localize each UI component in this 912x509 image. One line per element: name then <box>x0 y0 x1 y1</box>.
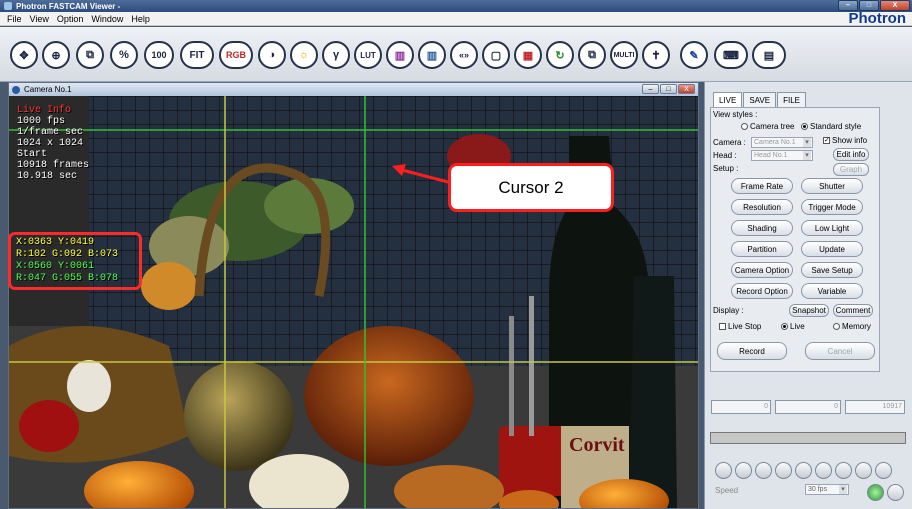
live-stop-option[interactable]: Live Stop <box>719 322 761 331</box>
first-frame-button[interactable] <box>715 462 732 479</box>
tab-save[interactable]: SAVE <box>743 92 777 107</box>
save-setup-button[interactable]: Save Setup <box>801 262 863 278</box>
seek-start-field[interactable]: 0 <box>711 400 771 414</box>
view-styles-label: View styles : <box>713 110 758 119</box>
graph-button[interactable]: Graph <box>833 163 869 176</box>
comment-button[interactable]: Comment <box>833 304 873 317</box>
shutter-button[interactable]: Shutter <box>801 178 863 194</box>
trigger-mode-button[interactable]: Trigger Mode <box>801 199 863 215</box>
control-panel: LIVE SAVE FILE View styles : Camera tree… <box>704 82 912 509</box>
record-button[interactable]: Record <box>717 342 787 360</box>
play-button[interactable] <box>795 462 812 479</box>
frame-progress-bar[interactable] <box>710 432 906 444</box>
loop-button[interactable] <box>855 462 872 479</box>
live-option[interactable]: Live <box>781 322 805 331</box>
snapshot-button[interactable]: Snapshot <box>789 304 829 317</box>
stop-button[interactable] <box>775 462 792 479</box>
reverse-play-button[interactable] <box>755 462 772 479</box>
head-label: Head : <box>713 151 737 160</box>
prev-frame-button[interactable] <box>735 462 752 479</box>
pause-round-button[interactable] <box>887 484 904 501</box>
play-green-button[interactable] <box>867 484 884 501</box>
next-frame-button[interactable] <box>815 462 832 479</box>
standard-style-option[interactable]: Standard style <box>801 122 861 131</box>
camera-select[interactable]: Camera No.1 <box>751 137 813 148</box>
camera-option-button[interactable]: Camera Option <box>731 262 793 278</box>
live-settings-box: View styles : Camera tree Standard style… <box>710 107 880 372</box>
last-frame-button[interactable] <box>835 462 852 479</box>
show-info-checkbox[interactable]: ✓ Show info <box>823 136 867 145</box>
low-light-button[interactable]: Low Light <box>801 220 863 236</box>
frame-rate-button[interactable]: Frame Rate <box>731 178 793 194</box>
cancel-button[interactable]: Cancel <box>805 342 875 360</box>
edit-info-button[interactable]: Edit info <box>833 148 869 161</box>
memory-option[interactable]: Memory <box>833 322 871 331</box>
variable-button[interactable]: Variable <box>801 283 863 299</box>
setup-label: Setup : <box>713 164 739 173</box>
cursor-2-callout: Cursor 2 <box>448 163 614 212</box>
playback-rate-select[interactable]: 30 fps <box>805 484 849 495</box>
shading-button[interactable]: Shading <box>731 220 793 236</box>
resolution-button[interactable]: Resolution <box>731 199 793 215</box>
update-button[interactable]: Update <box>801 241 863 257</box>
repeat-button[interactable] <box>875 462 892 479</box>
partition-button[interactable]: Partition <box>731 241 793 257</box>
head-select[interactable]: Head No.1 <box>751 150 813 161</box>
tab-file[interactable]: FILE <box>777 92 806 107</box>
record-option-button[interactable]: Record Option <box>731 283 793 299</box>
speed-label: Speed <box>715 486 739 495</box>
camera-label: Camera : <box>713 138 746 147</box>
seek-current-field[interactable]: 0 <box>775 400 841 414</box>
tab-live[interactable]: LIVE <box>713 92 743 107</box>
camera-tree-option[interactable]: Camera tree <box>741 122 794 131</box>
seek-end-field[interactable]: 10917 <box>845 400 905 414</box>
display-label: Display : <box>713 306 744 315</box>
